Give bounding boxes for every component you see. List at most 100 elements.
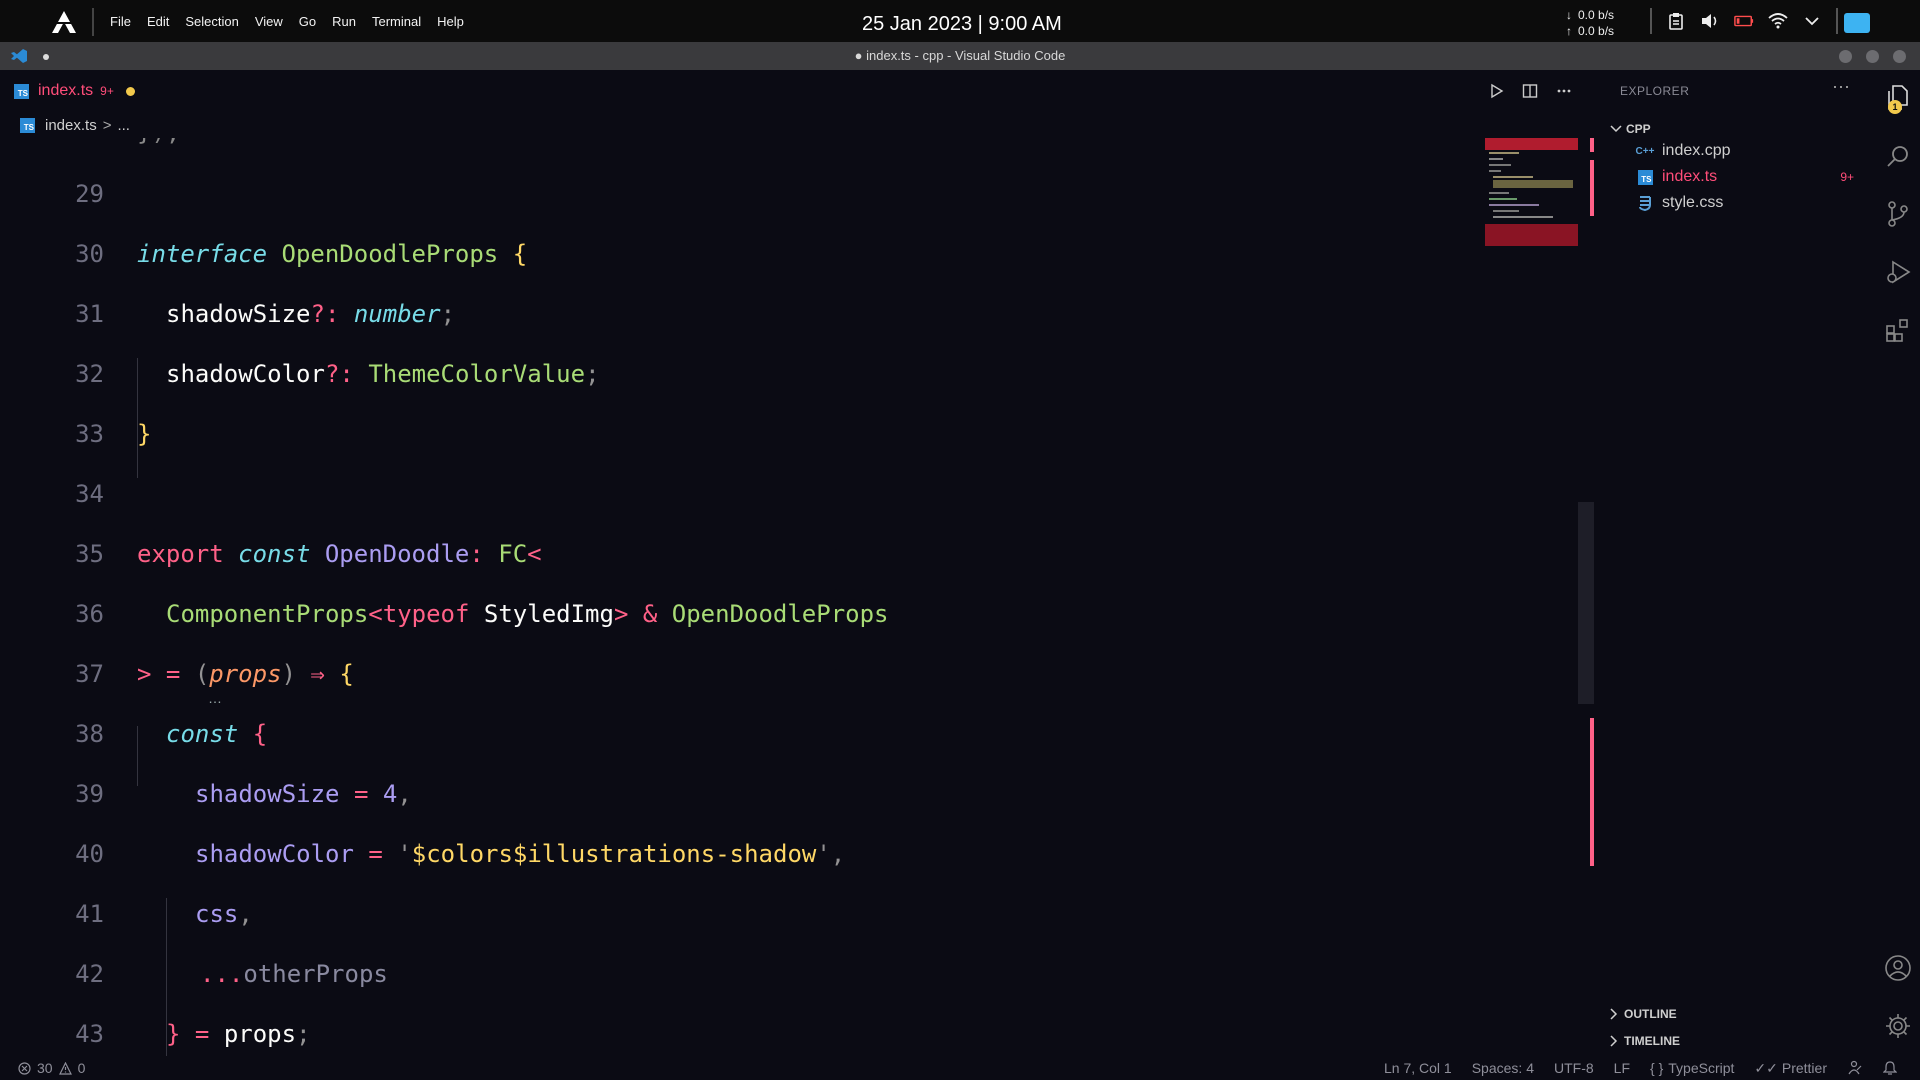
menu-file[interactable]: File (108, 14, 133, 29)
unsaved-dot-icon[interactable] (125, 86, 135, 96)
download-speed: 0.0 b/s (1578, 8, 1615, 22)
split-editor-icon[interactable] (1522, 83, 1538, 99)
line-number: 30 (75, 240, 104, 268)
outline-label: OUTLINE (1624, 1007, 1677, 1021)
system-tray (1650, 0, 1838, 42)
code-line: 40 shadowColor = '$colors$illustrations-… (0, 824, 1480, 884)
close-button[interactable] (1893, 50, 1906, 63)
explorer-panel: EXPLORER ··· CPP C++ index.cpp TS index.… (1600, 70, 1876, 1060)
status-right-items: Ln 7, Col 1 Spaces: 4 UTF-8 LF { } TypeS… (1384, 1056, 1897, 1080)
minimap-block (1493, 180, 1573, 188)
problems-indicator[interactable]: 30 0 (18, 1056, 85, 1080)
file-index-cpp[interactable]: C++ index.cpp (1636, 138, 1866, 164)
code-text: ...otherProps (200, 960, 388, 988)
chevron-down-icon (1610, 125, 1622, 133)
chevron-down-icon[interactable] (1802, 11, 1822, 31)
line-number: 32 (75, 360, 104, 388)
code-text: } (137, 420, 152, 448)
menu-view[interactable]: View (253, 14, 285, 29)
breadcrumb-file[interactable]: index.ts (45, 117, 97, 134)
code-text: ComponentProps<typeof StyledImg> & OpenD… (166, 600, 889, 628)
tab-index-ts[interactable]: TS index.ts 9+ (0, 70, 150, 112)
topbar-divider (92, 8, 94, 36)
code-lens-ellipsis[interactable]: … (208, 690, 222, 706)
menu-go[interactable]: Go (297, 14, 318, 29)
tray-divider (1650, 8, 1652, 34)
file-label: index.cpp (1662, 142, 1731, 159)
line-number: 42 (75, 960, 104, 988)
error-icon (18, 1061, 31, 1075)
code-line: 30 interface OpenDoodleProps { (0, 224, 1480, 284)
network-speed: ↓ 0.0 b/s ↑ 0.0 b/s (1560, 7, 1614, 39)
minimap-line (1489, 192, 1509, 194)
menu-edit[interactable]: Edit (145, 14, 171, 29)
end-of-line[interactable]: LF (1614, 1060, 1630, 1076)
battery-icon[interactable] (1734, 11, 1754, 31)
run-icon[interactable] (1488, 83, 1504, 99)
ts-file-icon: TS (20, 117, 35, 133)
line-number: 39 (75, 780, 104, 808)
extensions-icon[interactable] (1884, 316, 1912, 344)
menu-selection[interactable]: Selection (183, 14, 240, 29)
minimap-line (1493, 176, 1533, 178)
folder-cpp[interactable]: CPP (1600, 118, 1651, 140)
menu-run[interactable]: Run (330, 14, 358, 29)
minimap-line (1489, 152, 1519, 154)
explorer-badge: 1 (1888, 100, 1902, 114)
more-actions-icon[interactable] (1556, 83, 1572, 99)
formatter-status[interactable]: ✓✓ Prettier (1754, 1060, 1827, 1077)
feedback-icon[interactable] (1847, 1060, 1863, 1076)
minimap[interactable] (1485, 138, 1578, 248)
code-text: css, (195, 900, 253, 928)
outline-section[interactable]: OUTLINE (1600, 1003, 1677, 1025)
cpp-file-icon: C++ (1635, 145, 1655, 157)
explorer-more-button[interactable]: ··· (1832, 76, 1850, 97)
notifications-bell-icon[interactable] (1882, 1060, 1897, 1076)
search-icon[interactable] (1884, 142, 1912, 170)
window-title-bar: ● index.ts - cpp - Visual Studio Code (0, 42, 1920, 70)
source-control-icon[interactable] (1884, 200, 1912, 228)
run-debug-icon[interactable] (1884, 258, 1912, 286)
minimize-button[interactable] (1839, 50, 1852, 63)
editor-scrollbar[interactable] (1578, 502, 1594, 704)
volume-icon[interactable] (1700, 11, 1720, 31)
file-index-ts[interactable]: TS index.ts 9+ (1636, 164, 1866, 190)
clipboard-icon[interactable] (1666, 11, 1686, 31)
minimap-line (1493, 210, 1519, 212)
language-mode[interactable]: { } TypeScript (1650, 1060, 1734, 1076)
minimap-error-highlight (1485, 138, 1578, 150)
menu-terminal[interactable]: Terminal (370, 14, 423, 29)
code-line: 35 export const OpenDoodle: FC< (0, 524, 1480, 584)
maximize-button[interactable] (1866, 50, 1879, 63)
arch-logo-icon[interactable] (50, 10, 78, 34)
timeline-label: TIMELINE (1624, 1034, 1680, 1048)
tray-divider-2 (1836, 8, 1838, 34)
code-line: 34 (0, 464, 1480, 524)
file-encoding[interactable]: UTF-8 (1554, 1060, 1594, 1076)
code-line: 33 } (0, 404, 1480, 464)
status-bar: 30 0 Ln 7, Col 1 Spaces: 4 UTF-8 LF { } … (0, 1056, 1920, 1080)
workspace-indicator[interactable] (1844, 13, 1870, 33)
line-number: 41 (75, 900, 104, 928)
ts-file-icon: TS (14, 83, 29, 99)
line-number: 31 (75, 300, 104, 328)
settings-gear-icon[interactable] (1884, 1012, 1912, 1040)
indentation[interactable]: Spaces: 4 (1472, 1060, 1534, 1076)
system-top-bar: File Edit Selection View Go Run Terminal… (0, 0, 1920, 42)
line-number: 29 (75, 180, 104, 208)
account-icon[interactable] (1884, 954, 1912, 982)
code-text: export const OpenDoodle: FC< (137, 540, 542, 568)
file-style-css[interactable]: style.css (1636, 190, 1866, 216)
timeline-section[interactable]: TIMELINE (1600, 1030, 1680, 1052)
code-text: interface OpenDoodleProps { (137, 240, 528, 268)
breadcrumb-symbols[interactable]: ... (117, 117, 130, 134)
explorer-title: EXPLORER (1620, 84, 1690, 98)
code-editor[interactable]: }); 29 30 interface OpenDoodleProps { 31… (0, 138, 1480, 1060)
css-file-icon (1636, 195, 1654, 211)
wifi-icon[interactable] (1768, 11, 1788, 31)
cursor-position[interactable]: Ln 7, Col 1 (1384, 1060, 1452, 1076)
menu-help[interactable]: Help (435, 14, 466, 29)
code-text: const { (166, 720, 268, 748)
chevron-right-icon (1610, 1008, 1618, 1020)
system-clock[interactable]: 25 Jan 2023 | 9:00 AM (862, 13, 1062, 36)
